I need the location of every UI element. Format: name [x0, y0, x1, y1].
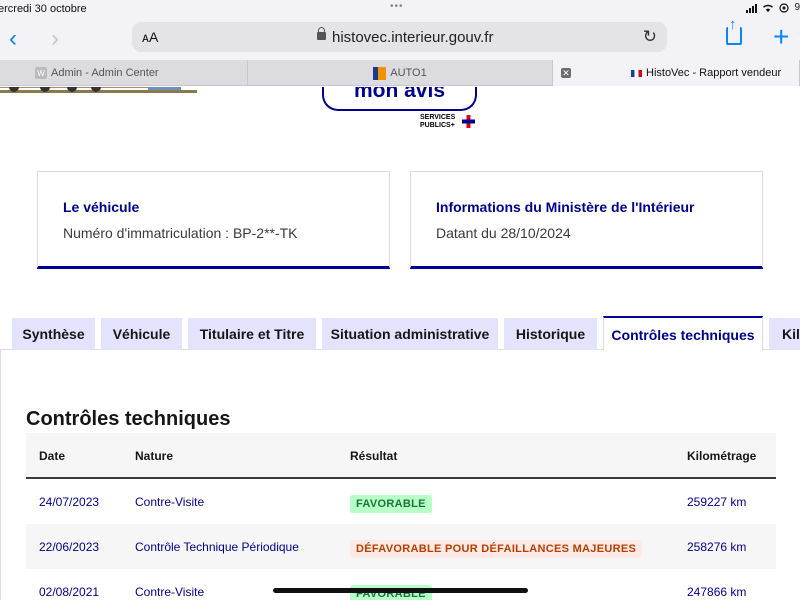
- row-date: 22/06/2023: [39, 540, 100, 554]
- tab-titulaire[interactable]: Titulaire et Titre: [188, 318, 316, 350]
- page-content: mon avis SERVICES PUBLICS+ Le véhicule N…: [0, 87, 800, 600]
- ministry-card-title: Informations du Ministère de l'Intérieur: [436, 199, 695, 215]
- section-title: Contrôles techniques: [26, 408, 231, 430]
- browser-tab-admin[interactable]: W Admin - Admin Center: [0, 60, 248, 86]
- table-header: Date Nature Résultat Kilométrage: [26, 433, 776, 479]
- admin-favicon: W: [35, 67, 47, 79]
- services-publics-logo: SERVICES PUBLICS+: [420, 114, 455, 130]
- report-tabs: Synthèse Véhicule Titulaire et Titre Sit…: [0, 316, 800, 351]
- row-date: 02/08/2021: [39, 585, 100, 599]
- column-nature: Nature: [135, 449, 174, 463]
- browser-toolbar: ‹ › ᴀA histovec.interieur.gouv.fr ↻ +: [0, 16, 800, 60]
- row-date: 24/07/2023: [39, 495, 100, 509]
- vehicle-card-title: Le véhicule: [63, 199, 140, 215]
- report-date: Datant du 28/10/2024: [436, 225, 571, 241]
- flag-icon: [631, 69, 642, 77]
- browser-tab-label: HistoVec - Rapport vendeur: [646, 67, 782, 79]
- status-bar: ercredi 30 octobre ••• 9: [0, 0, 800, 18]
- services-publics-cross-icon: [462, 115, 475, 128]
- row-km: 247866 km: [687, 585, 747, 599]
- status-date: ercredi 30 octobre: [0, 3, 87, 15]
- signal-icon: [746, 3, 758, 13]
- reload-icon[interactable]: ↻: [643, 27, 657, 47]
- mon-avis-label: mon avis: [353, 87, 446, 102]
- address-bar[interactable]: ᴀA histovec.interieur.gouv.fr ↻: [132, 22, 667, 52]
- tab-panel: Contrôles techniques Date Nature Résulta…: [0, 350, 800, 600]
- tab-controles-techniques[interactable]: Contrôles techniques: [603, 316, 763, 351]
- ministry-card: Informations du Ministère de l'Intérieur…: [410, 171, 763, 269]
- browser-tab-histovec[interactable]: ✕ HistoVec - Rapport vendeur: [553, 60, 800, 86]
- row-nature: Contre-Visite: [135, 585, 205, 599]
- row-km: 258276 km: [687, 540, 747, 554]
- new-tab-icon[interactable]: +: [773, 21, 789, 53]
- status-badge: FAVORABLE: [350, 495, 432, 513]
- services-publics-line1: SERVICES: [420, 114, 456, 121]
- tab-kilometrage[interactable]: Kil: [769, 318, 800, 350]
- location-icon: [779, 2, 790, 13]
- table-row: 02/08/2021 Contre-Visite FAVORABLE 24786…: [26, 569, 776, 600]
- share-icon[interactable]: [726, 16, 742, 45]
- lock-icon: [317, 27, 326, 40]
- table-row: 24/07/2023 Contre-Visite FAVORABLE 25922…: [26, 479, 776, 524]
- tab-historique[interactable]: Historique: [504, 318, 597, 350]
- column-result: Résultat: [350, 449, 398, 463]
- tab-vehicule[interactable]: Véhicule: [101, 318, 182, 350]
- table-row: 22/06/2023 Contrôle Technique Périodique…: [26, 524, 776, 569]
- row-nature: Contrôle Technique Périodique: [135, 540, 299, 554]
- mon-avis-button[interactable]: mon avis: [322, 87, 477, 111]
- battery-indicator: 9: [794, 2, 800, 13]
- text-size-button[interactable]: ᴀA: [142, 29, 158, 45]
- auto1-favicon: [373, 66, 387, 80]
- registration-number: Numéro d'immatriculation : BP-2**-TK: [63, 225, 298, 241]
- vehicle-card: Le véhicule Numéro d'immatriculation : B…: [37, 171, 390, 269]
- close-icon[interactable]: ✕: [561, 68, 571, 78]
- home-indicator[interactable]: [273, 588, 528, 593]
- browser-tab-auto1[interactable]: AUTO1: [248, 60, 553, 86]
- browser-tab-label: AUTO1: [390, 67, 427, 79]
- status-badge: DÉFAVORABLE POUR DÉFAILLANCES MAJEURES: [350, 540, 643, 558]
- back-icon[interactable]: ‹: [9, 25, 17, 53]
- services-publics-line2: PUBLICS+: [420, 122, 455, 129]
- status-icons: 9: [746, 2, 800, 13]
- browser-tab-bar: W Admin - Admin Center AUTO1 ✕ HistoVec …: [0, 60, 800, 86]
- controls-table: Date Nature Résultat Kilométrage 24/07/2…: [26, 433, 776, 600]
- row-km: 259227 km: [687, 495, 747, 509]
- column-km: Kilométrage: [687, 449, 757, 463]
- tab-synthese[interactable]: Synthèse: [12, 318, 95, 350]
- wifi-icon: [763, 4, 774, 12]
- row-nature: Contre-Visite: [135, 495, 205, 509]
- tab-situation[interactable]: Situation administrative: [322, 318, 498, 350]
- truck-illustration: [0, 87, 197, 93]
- browser-tab-label: Admin - Admin Center: [51, 67, 159, 79]
- forward-icon[interactable]: ›: [51, 25, 59, 53]
- multitask-dots[interactable]: •••: [390, 1, 404, 12]
- url-text[interactable]: histovec.interieur.gouv.fr: [332, 29, 493, 46]
- column-date: Date: [39, 449, 66, 463]
